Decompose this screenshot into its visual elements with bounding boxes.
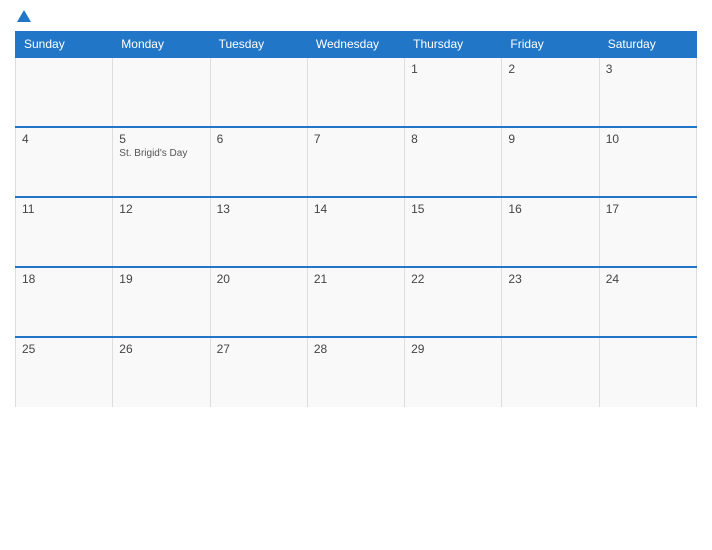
day-header-sunday: Sunday (16, 32, 113, 58)
calendar-cell: 26 (113, 337, 210, 407)
day-number: 1 (411, 62, 495, 76)
week-row-4: 18 19 20 21 22 23 24 (16, 267, 697, 337)
day-header-wednesday: Wednesday (307, 32, 404, 58)
day-number: 3 (606, 62, 690, 76)
day-header-friday: Friday (502, 32, 599, 58)
calendar-page: SundayMondayTuesdayWednesdayThursdayFrid… (0, 0, 712, 550)
calendar-cell: 29 (405, 337, 502, 407)
day-number: 18 (22, 272, 106, 286)
week-row-1: 123 (16, 57, 697, 127)
day-header-monday: Monday (113, 32, 210, 58)
day-number: 13 (217, 202, 301, 216)
calendar-cell: 23 (502, 267, 599, 337)
day-number: 14 (314, 202, 398, 216)
day-number: 20 (217, 272, 301, 286)
day-number: 7 (314, 132, 398, 146)
calendar-cell: 14 (307, 197, 404, 267)
holiday-label: St. Brigid's Day (119, 148, 203, 159)
day-number: 4 (22, 132, 106, 146)
calendar-cell: 20 (210, 267, 307, 337)
week-row-5: 25 26 27 28 29 (16, 337, 697, 407)
calendar-cell: 4 (16, 127, 113, 197)
calendar-cell: 21 (307, 267, 404, 337)
day-number: 19 (119, 272, 203, 286)
calendar-cell: 3 (599, 57, 696, 127)
calendar-cell (502, 337, 599, 407)
day-number: 23 (508, 272, 592, 286)
day-number: 5 (119, 132, 203, 146)
day-number: 29 (411, 342, 495, 356)
day-number: 27 (217, 342, 301, 356)
calendar-cell: 6 (210, 127, 307, 197)
day-number: 17 (606, 202, 690, 216)
calendar-cell: 13 (210, 197, 307, 267)
calendar-cell: 15 (405, 197, 502, 267)
calendar-cell: 11 (16, 197, 113, 267)
calendar-cell (210, 57, 307, 127)
calendar-cell: 12 (113, 197, 210, 267)
day-header-tuesday: Tuesday (210, 32, 307, 58)
day-number: 10 (606, 132, 690, 146)
day-number: 9 (508, 132, 592, 146)
calendar-cell (599, 337, 696, 407)
calendar-cell: 24 (599, 267, 696, 337)
calendar-cell: 19 (113, 267, 210, 337)
calendar-cell (16, 57, 113, 127)
calendar-cell: 16 (502, 197, 599, 267)
calendar-cell: 17 (599, 197, 696, 267)
calendar-cell (113, 57, 210, 127)
calendar-cell: 10 (599, 127, 696, 197)
day-number: 25 (22, 342, 106, 356)
calendar-cell: 5 St. Brigid's Day (113, 127, 210, 197)
calendar-cell: 1 (405, 57, 502, 127)
calendar-cell (307, 57, 404, 127)
day-number: 6 (217, 132, 301, 146)
week-row-2: 45 St. Brigid's Day 6789 10 (16, 127, 697, 197)
day-number: 24 (606, 272, 690, 286)
calendar-cell: 2 (502, 57, 599, 127)
day-number: 28 (314, 342, 398, 356)
day-number: 8 (411, 132, 495, 146)
calendar-cell: 8 (405, 127, 502, 197)
logo (15, 10, 31, 23)
day-number: 21 (314, 272, 398, 286)
logo-triangle-icon (17, 10, 31, 22)
days-header-row: SundayMondayTuesdayWednesdayThursdayFrid… (16, 32, 697, 58)
calendar-cell: 18 (16, 267, 113, 337)
calendar-header (15, 10, 697, 23)
day-header-saturday: Saturday (599, 32, 696, 58)
calendar-cell: 22 (405, 267, 502, 337)
day-number: 15 (411, 202, 495, 216)
calendar-cell: 28 (307, 337, 404, 407)
calendar-cell: 9 (502, 127, 599, 197)
calendar-cell: 7 (307, 127, 404, 197)
day-number: 16 (508, 202, 592, 216)
calendar-cell: 25 (16, 337, 113, 407)
calendar-cell: 27 (210, 337, 307, 407)
day-number: 11 (22, 202, 106, 216)
day-number: 2 (508, 62, 592, 76)
day-number: 26 (119, 342, 203, 356)
day-number: 12 (119, 202, 203, 216)
day-header-thursday: Thursday (405, 32, 502, 58)
day-number: 22 (411, 272, 495, 286)
calendar-table: SundayMondayTuesdayWednesdayThursdayFrid… (15, 31, 697, 407)
week-row-3: 11 12 13 14 15 16 17 (16, 197, 697, 267)
